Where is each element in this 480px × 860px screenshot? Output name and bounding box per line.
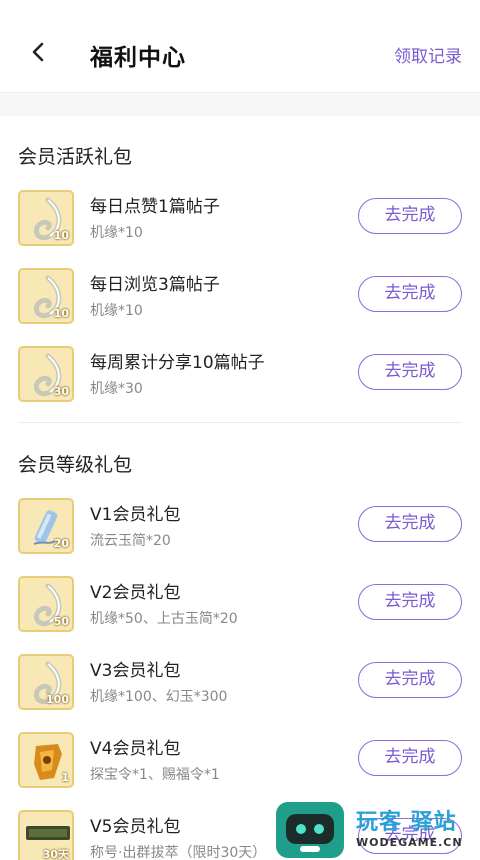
list-item: 10 每日点赞1篇帖子 机缘*10 去完成 [0, 188, 480, 266]
task-reward: 流云玉简*20 [90, 533, 171, 549]
task-title: V2会员礼包 [90, 583, 181, 603]
watermark: 玩客 驿站 WODEGAME.CN [276, 800, 476, 860]
claim-record-link[interactable]: 领取记录 [394, 42, 462, 67]
go-complete-button[interactable]: 去完成 [358, 662, 462, 698]
task-reward: 机缘*50、上古玉简*20 [90, 611, 238, 627]
jade-swirl-icon: 100 [18, 654, 74, 710]
title-plaque-icon: 30天 [18, 810, 74, 860]
header-divider [0, 92, 480, 116]
task-title: V4会员礼包 [90, 739, 181, 759]
task-title: 每日浏览3篇帖子 [90, 275, 220, 295]
task-title: 每日点赞1篇帖子 [90, 197, 220, 217]
task-reward: 称号·出群拔萃（限时30天） [90, 845, 267, 860]
list-item: 30 每周累计分享10篇帖子 机缘*30 去完成 [0, 344, 480, 422]
watermark-url: WODEGAME.CN [356, 836, 463, 849]
list-item: 20 V1会员礼包 流云玉简*20 去完成 [0, 496, 480, 574]
task-title: V1会员礼包 [90, 505, 181, 525]
reward-count-badge: 30天 [42, 848, 69, 860]
task-title: 每周累计分享10篇帖子 [90, 353, 265, 373]
reward-count-badge: 1 [61, 771, 69, 784]
task-reward: 机缘*30 [90, 381, 143, 397]
jade-swirl-icon: 50 [18, 576, 74, 632]
list-item: 100 V3会员礼包 机缘*100、幻玉*300 去完成 [0, 652, 480, 730]
chevron-left-icon [32, 42, 44, 62]
task-title: V5会员礼包 [90, 817, 181, 837]
reward-count-badge: 20 [53, 537, 69, 550]
go-complete-button[interactable]: 去完成 [358, 198, 462, 234]
jade-scroll-icon: 20 [18, 498, 74, 554]
jade-swirl-icon: 10 [18, 190, 74, 246]
section-divider [18, 422, 462, 423]
go-complete-button[interactable]: 去完成 [358, 354, 462, 390]
reward-count-badge: 50 [53, 615, 69, 628]
go-complete-button[interactable]: 去完成 [358, 276, 462, 312]
list-item: 10 每日浏览3篇帖子 机缘*10 去完成 [0, 266, 480, 344]
list-item: 1 V4会员礼包 探宝令*1、赐福令*1 去完成 [0, 730, 480, 808]
header-bar: 福利中心 领取记录 [0, 0, 480, 92]
task-reward: 探宝令*1、赐福令*1 [90, 767, 220, 783]
reward-count-badge: 30 [53, 385, 69, 398]
go-complete-button[interactable]: 去完成 [358, 584, 462, 620]
section-title-active-gift: 会员活跃礼包 [18, 146, 133, 168]
jade-swirl-icon: 30 [18, 346, 74, 402]
task-reward: 机缘*100、幻玉*300 [90, 689, 228, 705]
section-title-level-gift: 会员等级礼包 [18, 454, 133, 476]
watermark-title: 玩客 驿站 [356, 810, 457, 835]
list-item: 50 V2会员礼包 机缘*50、上古玉简*20 去完成 [0, 574, 480, 652]
page-title: 福利中心 [90, 45, 186, 71]
robot-logo-icon [276, 802, 344, 858]
task-title: V3会员礼包 [90, 661, 181, 681]
gold-token-icon: 1 [18, 732, 74, 788]
jade-swirl-icon: 10 [18, 268, 74, 324]
back-button[interactable] [22, 36, 54, 68]
reward-count-badge: 100 [46, 693, 69, 706]
reward-count-badge: 10 [53, 307, 69, 320]
go-complete-button[interactable]: 去完成 [358, 740, 462, 776]
go-complete-button[interactable]: 去完成 [358, 506, 462, 542]
reward-count-badge: 10 [53, 229, 69, 242]
task-reward: 机缘*10 [90, 303, 143, 319]
task-reward: 机缘*10 [90, 225, 143, 241]
